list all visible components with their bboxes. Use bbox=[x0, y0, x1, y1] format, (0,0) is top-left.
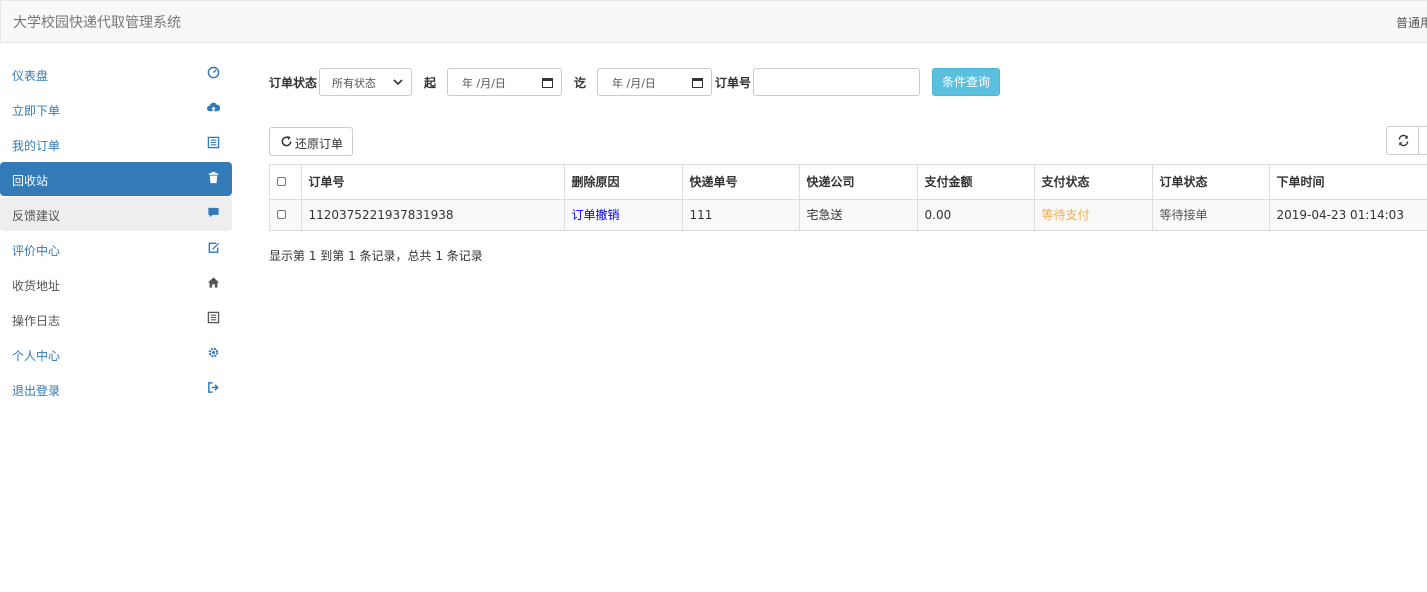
chevron-down-icon bbox=[393, 79, 403, 86]
column-header[interactable]: 支付状态 bbox=[1034, 165, 1153, 200]
edit-icon bbox=[208, 242, 220, 253]
order-no-label: 订单号 bbox=[715, 76, 752, 90]
top-navbar: 大学校园快递代取管理系统 普通用户 bbox=[0, 0, 1427, 43]
created-at-cell: 2019-04-23 01:14:03 bbox=[1269, 199, 1427, 230]
column-header[interactable]: 删除原因 bbox=[564, 165, 683, 200]
list-icon bbox=[207, 311, 220, 324]
order-status-select[interactable]: 所有状态 bbox=[319, 68, 412, 96]
sidebar-item-new-order[interactable]: 立即下单 bbox=[0, 92, 232, 126]
sidebar-item-profile[interactable]: 个人中心 bbox=[0, 337, 232, 371]
comment-icon bbox=[208, 207, 219, 218]
table-header-row: 订单号 删除原因 快递单号 快递公司 支付金额 支付状态 订单状态 下单时间 bbox=[270, 165, 1427, 200]
recycle-bin-table: 订单号 删除原因 快递单号 快递公司 支付金额 支付状态 订单状态 下单时间 1… bbox=[269, 164, 1427, 231]
table-refresh-button[interactable] bbox=[1386, 126, 1419, 155]
sidebar-item-dashboard[interactable]: 仪表盘 bbox=[0, 57, 232, 91]
sidebar-item-label: 仪表盘 bbox=[12, 69, 49, 83]
sidebar-item-label: 我的订单 bbox=[12, 139, 61, 153]
user-menu[interactable]: 普通用户 bbox=[1396, 14, 1427, 31]
calendar-icon[interactable] bbox=[542, 77, 553, 88]
select-all-checkbox[interactable] bbox=[277, 176, 286, 186]
select-all-cell[interactable] bbox=[270, 165, 302, 200]
pay-status-cell: 等待支付 bbox=[1034, 199, 1153, 230]
sidebar-item-reviews[interactable]: 评价中心 bbox=[0, 232, 232, 266]
dashboard-icon bbox=[207, 66, 220, 79]
sidebar-item-feedback[interactable]: 反馈建议 bbox=[0, 197, 232, 231]
restore-order-label: 还原订单 bbox=[295, 137, 344, 151]
end-date-input[interactable]: 年 /月/日 bbox=[597, 68, 712, 96]
start-date-label: 起 bbox=[424, 76, 437, 90]
sidebar-item-logout[interactable]: 退出登录 bbox=[0, 372, 232, 406]
row-checkbox[interactable] bbox=[277, 209, 286, 219]
start-date-value: 年 /月/日 bbox=[462, 77, 506, 90]
sidebar-item-label: 操作日志 bbox=[12, 314, 61, 328]
sidebar-item-label: 收货地址 bbox=[12, 279, 61, 293]
app-title[interactable]: 大学校园快递代取管理系统 bbox=[13, 12, 181, 32]
list-icon bbox=[207, 136, 220, 149]
restore-order-button[interactable]: 还原订单 bbox=[269, 127, 353, 156]
sidebar-item-my-orders[interactable]: 我的订单 bbox=[0, 127, 232, 161]
column-header[interactable]: 下单时间 bbox=[1269, 165, 1427, 200]
trash-icon bbox=[208, 171, 219, 184]
sidebar-item-label: 立即下单 bbox=[12, 104, 61, 118]
sidebar-item-operation-log[interactable]: 操作日志 bbox=[0, 302, 232, 336]
order-status-label: 订单状态 bbox=[269, 76, 318, 90]
column-header[interactable]: 订单号 bbox=[301, 165, 565, 200]
tracking-no-cell: 111 bbox=[682, 199, 800, 230]
calendar-icon[interactable] bbox=[692, 77, 703, 88]
column-header[interactable]: 订单状态 bbox=[1152, 165, 1270, 200]
cloud-upload-icon bbox=[207, 102, 220, 112]
order-status-cell: 等待接单 bbox=[1152, 199, 1270, 230]
sidebar-item-address[interactable]: 收货地址 bbox=[0, 267, 232, 301]
query-button[interactable]: 条件查询 bbox=[932, 68, 1000, 96]
table-columns-button[interactable] bbox=[1418, 126, 1427, 155]
logout-icon bbox=[208, 382, 219, 393]
filter-bar: 订单状态 所有状态 起 年 /月/日 讫 年 /月/日 订单号 条件查询 bbox=[269, 68, 1029, 96]
sidebar-item-label: 反馈建议 bbox=[12, 209, 61, 223]
sidebar-item-label: 退出登录 bbox=[12, 384, 61, 398]
sidebar-item-label: 回收站 bbox=[12, 174, 49, 188]
order-status-value: 所有状态 bbox=[332, 77, 376, 90]
end-date-value: 年 /月/日 bbox=[612, 77, 656, 90]
gear-icon bbox=[208, 347, 219, 358]
sidebar: 仪表盘 立即下单 我的订单 回收站 反馈建议 评价中心 收货地址 操作日志 个人… bbox=[0, 57, 232, 407]
column-header[interactable]: 快递公司 bbox=[799, 165, 918, 200]
refresh-icon bbox=[281, 135, 292, 147]
sidebar-item-label: 个人中心 bbox=[12, 349, 61, 363]
amount-cell: 0.00 bbox=[917, 199, 1035, 230]
row-select-cell[interactable] bbox=[270, 199, 302, 230]
order-no-cell: 1120375221937831938 bbox=[301, 199, 565, 230]
order-no-input[interactable] bbox=[753, 68, 920, 96]
home-icon bbox=[207, 277, 220, 288]
column-header[interactable]: 支付金额 bbox=[917, 165, 1035, 200]
start-date-input[interactable]: 年 /月/日 bbox=[447, 68, 562, 96]
table-row[interactable]: 1120375221937831938 订单撤销 111 宅急送 0.00 等待… bbox=[270, 199, 1427, 230]
courier-cell: 宅急送 bbox=[799, 199, 918, 230]
sidebar-item-recycle-bin[interactable]: 回收站 bbox=[0, 162, 232, 196]
end-date-label: 讫 bbox=[574, 76, 587, 90]
column-header[interactable]: 快递单号 bbox=[682, 165, 800, 200]
pagination-summary: 显示第 1 到第 1 条记录，总共 1 条记录 bbox=[269, 249, 483, 263]
delete-reason-cell[interactable]: 订单撤销 bbox=[564, 199, 683, 230]
sidebar-item-label: 评价中心 bbox=[12, 244, 61, 258]
refresh-icon bbox=[1398, 134, 1409, 147]
